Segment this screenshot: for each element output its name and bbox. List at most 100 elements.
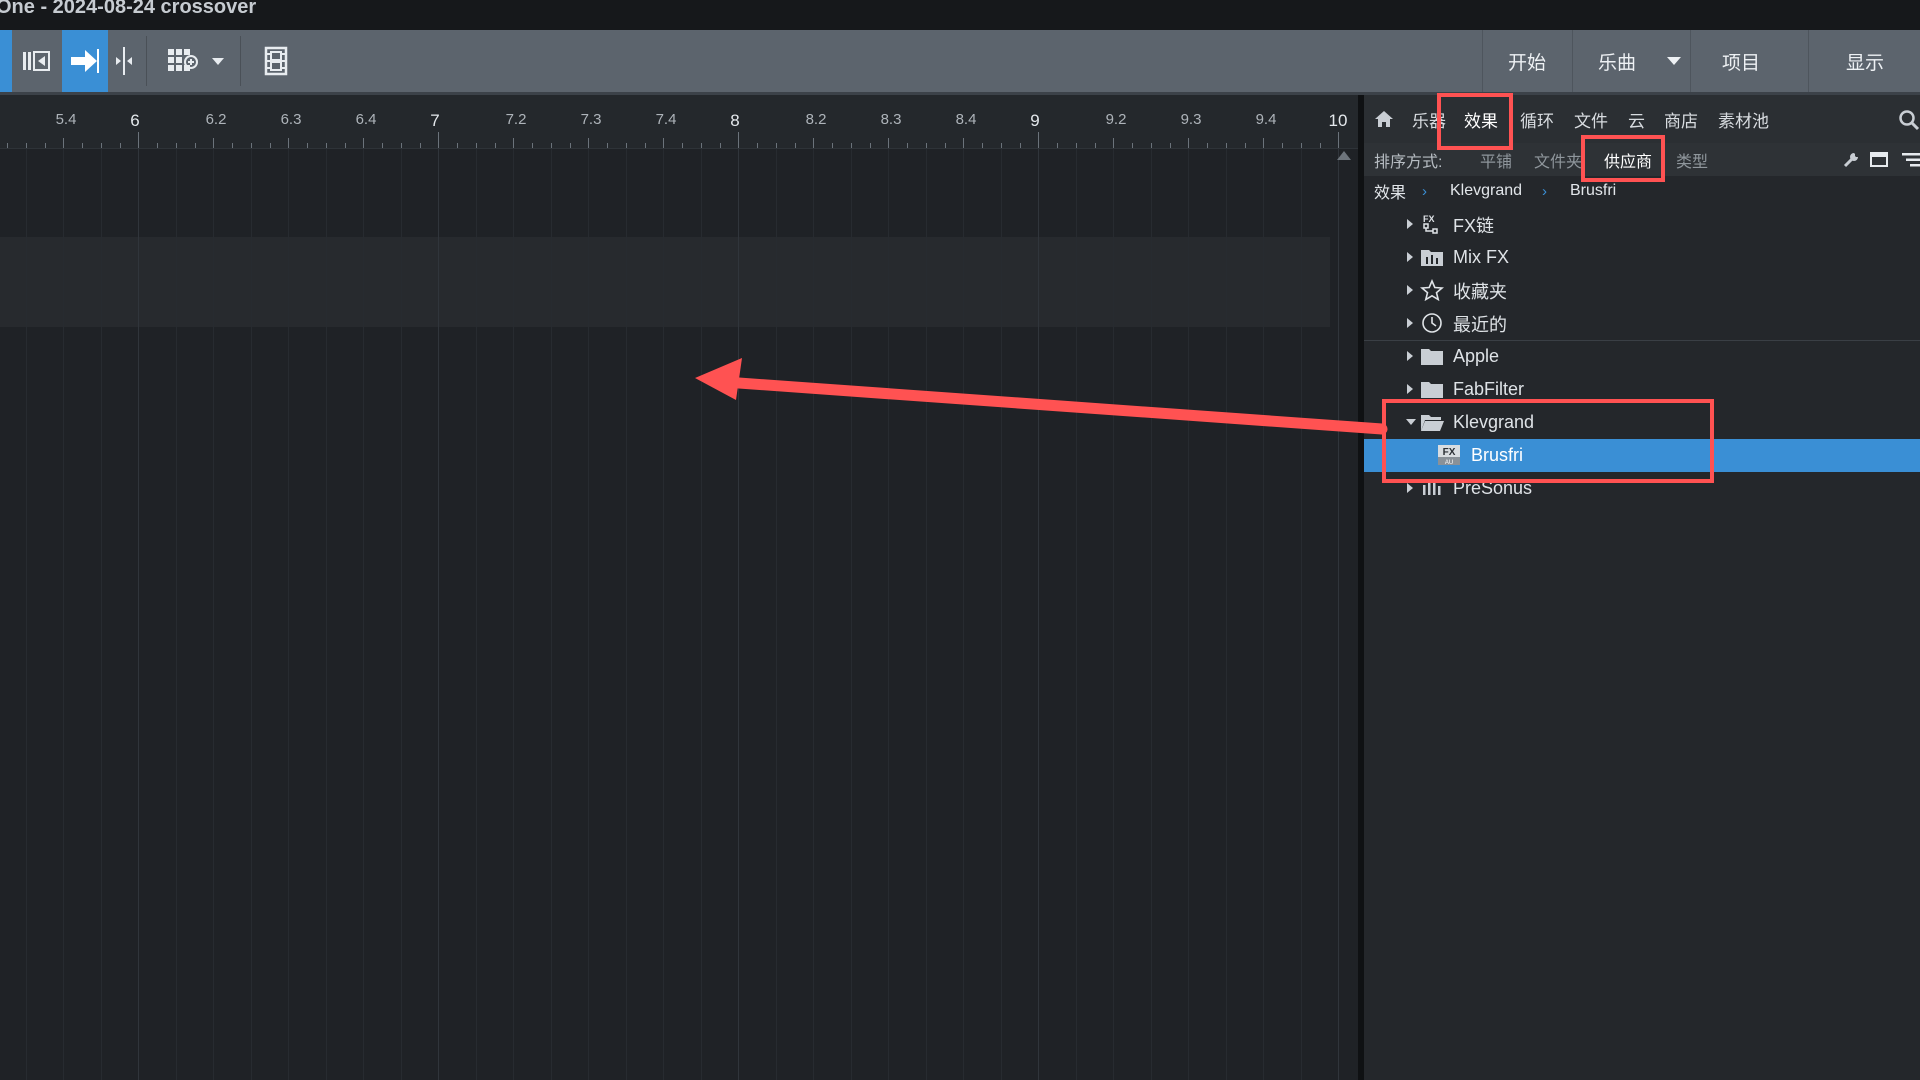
track-lane[interactable] [0,237,1330,327]
ruler-label: 7.2 [505,111,527,128]
list-view-icon[interactable] [1900,151,1920,168]
ruler-label: 8.4 [955,111,977,128]
search-icon[interactable] [1898,109,1920,131]
grid-line [1001,149,1002,1080]
ruler-tick [307,143,308,148]
sort-option-folder[interactable]: 文件夹 [1534,143,1582,176]
song-dropdown-button[interactable] [1660,30,1688,92]
toolbar-left-edge-button[interactable] [0,30,12,92]
ruler-tick [551,143,552,148]
tab-loops[interactable]: 循环 [1520,95,1554,143]
ruler-label: 9.2 [1105,111,1127,128]
grid-line [1301,149,1302,1080]
ruler-tick [195,143,196,148]
grid-line [738,149,739,1080]
ruler-tick [26,143,27,148]
ruler-label: 10 [1328,111,1348,130]
ruler-tick [813,138,814,148]
toolbar-separator [146,36,147,86]
ruler-tick [1188,138,1189,148]
home-icon[interactable] [1374,109,1394,129]
chevron-right-icon: › [1422,182,1427,200]
start-button[interactable]: 开始 [1482,30,1571,92]
mix-fx-icon [1421,250,1443,266]
ruler-tick [645,143,646,148]
grid-line [551,149,552,1080]
ruler-label: 5.4 [55,111,77,128]
expand-arrow-icon[interactable] [1407,483,1413,493]
grid-line [26,149,27,1080]
snap-grid-button[interactable] [162,30,232,92]
grid-line [963,149,964,1080]
grid-line [851,149,852,1080]
expand-arrow-icon[interactable] [1407,318,1413,328]
tree-item-favorites[interactable]: 收藏夹 [1364,274,1920,307]
return-to-start-button[interactable] [14,30,58,92]
timeline-ruler[interactable]: 5.4 6 6.2 6.3 6.4 7 7.2 7.3 7.4 8 8.2 8.… [0,95,1358,149]
tree-item-recent[interactable]: 最近的 [1364,307,1920,340]
ruler-tick [270,143,271,148]
ruler-tick [1338,132,1339,148]
grid-line [588,149,589,1080]
highlight-vendor-sort [1581,135,1665,182]
follow-mode-button[interactable] [62,30,108,92]
split-tool-button[interactable] [110,30,138,92]
ruler-tick [907,143,908,148]
tab-shop[interactable]: 商店 [1664,95,1698,143]
project-button[interactable]: 项目 [1690,30,1791,92]
svg-text:FX: FX [1423,214,1435,224]
video-button[interactable] [256,30,296,92]
tree-item-fx-chain[interactable]: FX FX链 [1364,208,1920,241]
tree-item-mix-fx[interactable]: Mix FX [1364,241,1920,274]
panel-view-icon[interactable] [1870,151,1888,168]
wrench-icon[interactable] [1842,151,1860,169]
ruler-tick [495,143,496,148]
star-icon [1420,279,1444,301]
ruler-tick [626,143,627,148]
expand-arrow-icon[interactable] [1407,252,1413,262]
ruler-tick [382,143,383,148]
grid-line [138,149,139,1080]
song-button[interactable]: 乐曲 [1572,30,1661,92]
highlight-effects-tab [1437,93,1513,150]
grid-line [63,149,64,1080]
ruler-tick [120,143,121,148]
ruler-label: 9 [1030,111,1040,130]
grid-line [701,149,702,1080]
sort-label: 排序方式: [1374,153,1443,171]
ruler-tick [63,138,64,148]
ruler-tick [663,138,664,148]
ruler-tick [326,143,327,148]
grid-line [1038,149,1039,1080]
tree-item-label: 最近的 [1453,314,1507,335]
grid-line [888,149,889,1080]
expand-arrow-icon[interactable] [1407,351,1413,361]
breadcrumb-item[interactable]: 效果 [1374,176,1406,206]
grid-line [213,149,214,1080]
tree-item-apple[interactable]: Apple [1364,340,1920,373]
expand-arrow-icon[interactable] [1407,285,1413,295]
ruler-label: 8.2 [805,111,827,128]
expand-arrow-icon[interactable] [1407,219,1413,229]
grid-line [476,149,477,1080]
expand-arrow-icon[interactable] [1407,384,1413,394]
ruler-label: 6.2 [205,111,227,128]
ruler-tick [1170,143,1171,148]
show-button[interactable]: 显示 [1808,30,1920,92]
tree-item-label: 收藏夹 [1453,281,1507,302]
ruler-label: 6 [130,111,140,130]
ruler-tick [1113,138,1114,148]
sort-option-type[interactable]: 类型 [1676,143,1708,176]
chevron-down-icon [1667,57,1681,65]
toolbar-separator [240,36,241,86]
toolbar: 开始 乐曲 项目 显示 [0,30,1920,95]
ruler-tick [1151,143,1152,148]
ruler-label: 7 [430,111,440,130]
tab-pool[interactable]: 素材池 [1718,95,1769,143]
arrange-area[interactable] [0,149,1358,1080]
grid-line [176,149,177,1080]
scroll-up-arrow[interactable] [1337,151,1351,160]
chevron-right-icon: › [1542,182,1547,200]
highlight-klevgrand-brusfri [1382,399,1714,483]
breadcrumb-item[interactable]: Klevgrand [1450,176,1522,206]
